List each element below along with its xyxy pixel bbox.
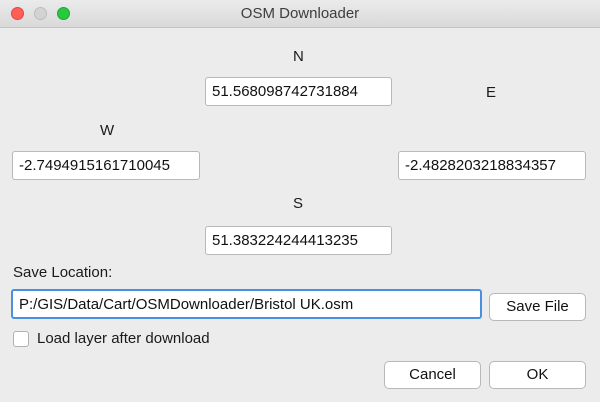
ok-button[interactable]: OK (489, 361, 586, 389)
title-bar: OSM Downloader (0, 0, 600, 28)
north-input[interactable] (205, 77, 392, 106)
east-label: E (486, 84, 497, 101)
load-layer-checkbox[interactable] (13, 331, 29, 347)
west-label: W (100, 122, 115, 139)
east-input[interactable] (398, 151, 586, 180)
dialog-content: N E W S Save Location: Save File Load la… (0, 28, 600, 402)
south-label: S (293, 195, 304, 212)
save-file-button[interactable]: Save File (489, 293, 586, 321)
window-title: OSM Downloader (240, 5, 360, 22)
osm-downloader-window: OSM Downloader N E W S Save Location: Sa… (0, 0, 600, 402)
cancel-button[interactable]: Cancel (384, 361, 481, 389)
save-location-input[interactable] (11, 289, 482, 319)
load-layer-label: Load layer after download (37, 330, 210, 347)
south-input[interactable] (205, 226, 392, 255)
west-input[interactable] (12, 151, 200, 180)
north-label: N (293, 48, 304, 65)
save-location-label: Save Location: (13, 264, 113, 281)
